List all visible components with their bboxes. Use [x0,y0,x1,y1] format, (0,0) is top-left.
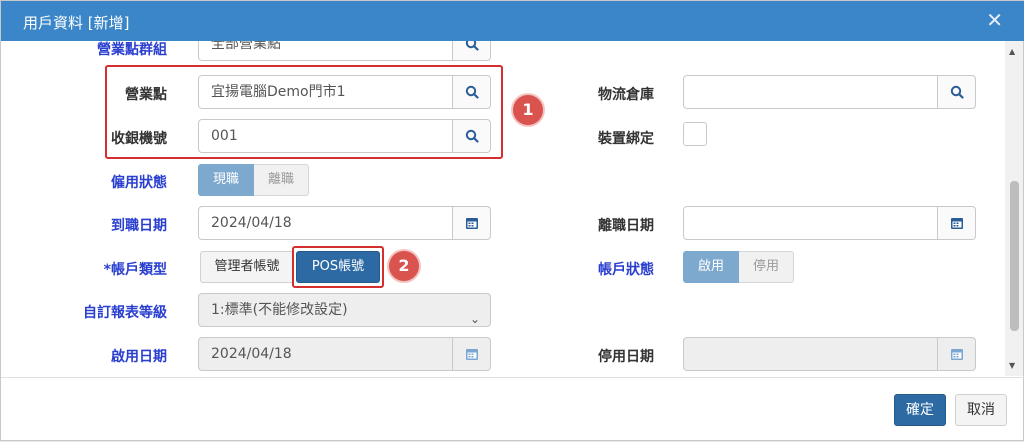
enable-date-calendar-button[interactable] [453,337,491,371]
disable-date-calendar-button[interactable] [938,337,976,371]
search-icon [465,41,479,51]
account-status-label: 帳戶狀態 [598,262,654,278]
dialog-body: 營業點群組 全部營業點 營業點 宜揚電腦Demo門市1 物流倉庫 收銀機號 00… [1,41,1024,376]
calendar-icon [950,218,963,229]
employment-current-button[interactable]: 現職 [198,164,255,196]
leave-date-field[interactable] [683,206,938,240]
search-icon [950,85,964,99]
dialog-title: 用戶資料 [新增] [23,14,130,32]
disable-date-field[interactable] [683,337,938,371]
warehouse-field[interactable] [683,75,938,109]
account-status-toggle: 啟用 停用 [683,251,795,283]
calendar-icon [465,218,478,229]
employment-status-label: 僱用狀態 [111,175,167,191]
admin-account-button[interactable]: 管理者帳號 [200,251,294,283]
dialog-titlebar: 用戶資料 [新增] ✕ [1,1,1024,41]
enable-date-field[interactable]: 2024/04/18 [198,337,453,371]
hire-date-label: 到職日期 [111,218,167,234]
chevron-down-icon: ⌄ [469,312,480,326]
report-level-select[interactable]: 1:標準(不能修改設定) ⌄ [198,293,491,327]
device-bind-label: 裝置綁定 [598,131,654,147]
highlight-box-2 [292,246,384,288]
enable-date-label: 啟用日期 [111,349,167,365]
dialog-scrollbar[interactable]: ▲ ▼ [1005,41,1023,376]
scroll-thumb[interactable] [1010,181,1019,331]
scroll-down-icon[interactable]: ▼ [1009,361,1015,370]
site-group-search-button[interactable] [453,41,491,61]
user-dialog: 用戶資料 [新增] ✕ 營業點群組 全部營業點 營業點 宜揚電腦Demo門市1 … [0,0,1024,441]
warehouse-label: 物流倉庫 [598,87,654,103]
annotation-badge-1: 1 [513,95,543,125]
hire-date-field[interactable]: 2024/04/18 [198,206,453,240]
employment-left-button[interactable]: 離職 [254,164,310,196]
leave-date-label: 離職日期 [598,218,654,234]
hire-date-calendar-button[interactable] [453,206,491,240]
confirm-button[interactable]: 確定 [894,394,946,426]
calendar-icon [950,349,963,360]
leave-date-calendar-button[interactable] [938,206,976,240]
dialog-footer: 確定 取消 [1,377,1024,442]
site-group-field[interactable]: 全部營業點 [198,41,453,61]
close-icon[interactable]: ✕ [986,8,1003,32]
cancel-button[interactable]: 取消 [955,394,1007,426]
account-enable-button[interactable]: 啟用 [683,251,740,283]
employment-status-toggle: 現職 離職 [198,164,310,196]
account-type-label: *帳戶類型 [103,262,167,278]
device-bind-checkbox[interactable] [683,122,707,146]
calendar-icon [465,349,478,360]
site-group-label: 營業點群組 [97,42,167,58]
report-level-label: 自訂報表等級 [83,305,167,321]
account-disable-button[interactable]: 停用 [739,251,795,283]
highlight-box-1 [105,65,503,159]
annotation-badge-2: 2 [389,251,419,281]
disable-date-label: 停用日期 [598,349,654,365]
scroll-up-icon[interactable]: ▲ [1009,47,1015,56]
warehouse-search-button[interactable] [938,75,976,109]
report-level-value: 1:標準(不能修改設定) [211,302,348,318]
